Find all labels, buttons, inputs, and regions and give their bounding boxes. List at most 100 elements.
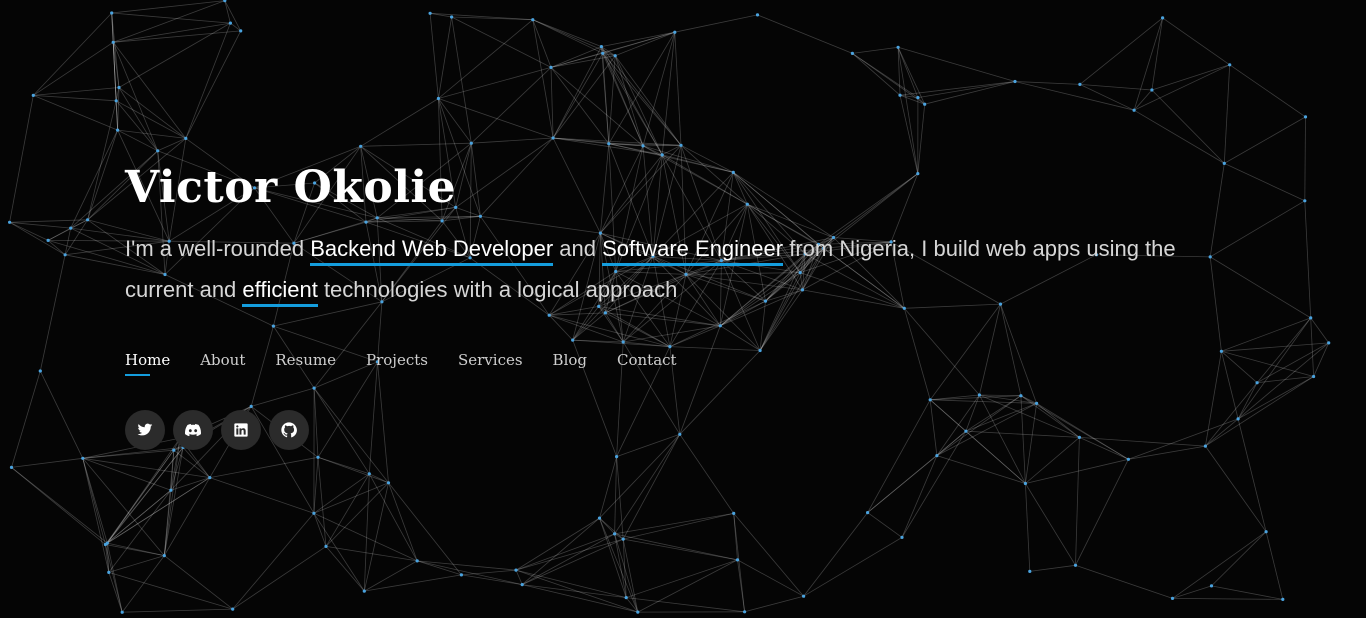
- nav-blog[interactable]: Blog: [553, 350, 587, 374]
- network-line: [532, 19, 554, 139]
- twitter-link[interactable]: [125, 410, 165, 450]
- network-line: [118, 87, 159, 152]
- network-line: [737, 559, 804, 597]
- main-nav: Home About Resume Projects Services Blog…: [125, 350, 1265, 376]
- network-line: [852, 53, 901, 96]
- nav-services[interactable]: Services: [458, 350, 523, 374]
- network-line: [852, 46, 899, 54]
- network-line: [674, 32, 682, 146]
- network-node: [1028, 569, 1032, 574]
- network-line: [1229, 64, 1306, 118]
- network-line: [1313, 342, 1330, 377]
- network-node: [223, 0, 227, 3]
- network-node: [1132, 108, 1136, 112]
- network-line: [550, 67, 610, 144]
- network-line: [1310, 317, 1314, 377]
- network-line: [116, 100, 186, 139]
- network-node: [459, 573, 463, 577]
- network-node: [1023, 481, 1027, 486]
- network-line: [897, 47, 919, 98]
- network-node: [732, 511, 736, 515]
- network-line: [82, 457, 210, 478]
- network-node: [549, 65, 553, 69]
- twitter-icon: [137, 423, 153, 436]
- network-line: [39, 254, 66, 372]
- network-line: [1224, 116, 1306, 164]
- github-link[interactable]: [269, 410, 309, 450]
- network-line: [1151, 64, 1230, 91]
- network-node: [1303, 115, 1308, 119]
- network-line: [1304, 200, 1312, 318]
- network-line: [429, 13, 439, 99]
- network-line: [47, 227, 71, 241]
- nav-resume[interactable]: Resume: [275, 350, 336, 374]
- network-node: [111, 40, 115, 44]
- network-line: [1151, 17, 1163, 91]
- network-line: [451, 16, 552, 68]
- network-node: [436, 96, 440, 101]
- network-node: [613, 532, 617, 536]
- network-line: [515, 569, 638, 613]
- network-line: [108, 572, 233, 610]
- network-line: [224, 0, 231, 24]
- network-line: [317, 457, 327, 547]
- network-line: [622, 434, 681, 540]
- hero-tagline: I'm a well-rounded Backend Web Developer…: [125, 228, 1245, 310]
- network-line: [1172, 531, 1267, 599]
- network-node: [866, 510, 870, 515]
- network-node: [1161, 16, 1165, 20]
- nav-contact[interactable]: Contact: [617, 350, 677, 374]
- discord-link[interactable]: [173, 410, 213, 450]
- network-node: [743, 610, 747, 614]
- network-line: [615, 31, 675, 57]
- network-node: [367, 472, 371, 476]
- network-node: [1281, 597, 1285, 602]
- network-line: [1162, 17, 1230, 66]
- social-links: [125, 410, 1265, 450]
- network-line: [115, 100, 159, 152]
- nav-projects[interactable]: Projects: [366, 350, 428, 374]
- network-line: [1079, 17, 1163, 85]
- network-line: [164, 555, 233, 610]
- network-line: [232, 513, 315, 610]
- network-line: [602, 53, 610, 144]
- network-line: [733, 513, 804, 597]
- network-line: [642, 144, 682, 147]
- network-node: [69, 226, 73, 230]
- network-line: [209, 477, 315, 514]
- network-node: [46, 238, 50, 242]
- github-icon: [281, 422, 297, 438]
- network-line: [33, 95, 118, 131]
- discord-icon: [185, 424, 201, 437]
- network-line: [122, 608, 233, 613]
- network-node: [1264, 530, 1268, 534]
- network-line: [451, 16, 472, 144]
- tagline-highlight-backend: Backend Web Developer: [310, 236, 554, 266]
- network-line: [33, 95, 117, 102]
- linkedin-link[interactable]: [221, 410, 261, 450]
- network-line: [803, 512, 868, 597]
- network-line: [623, 513, 734, 540]
- network-line: [867, 512, 903, 538]
- nav-about[interactable]: About: [200, 350, 245, 374]
- network-node: [208, 476, 212, 480]
- tagline-text-1: I'm a well-rounded: [125, 236, 311, 261]
- network-line: [532, 19, 602, 47]
- hero-section: Victor Okolie I'm a well-rounded Backend…: [0, 0, 1366, 618]
- network-node: [673, 30, 677, 34]
- network-line: [626, 559, 738, 598]
- network-line: [430, 12, 533, 21]
- network-line: [157, 138, 186, 152]
- hero-name: Victor Okolie: [125, 162, 457, 213]
- network-node: [1309, 316, 1313, 320]
- network-node: [156, 149, 160, 153]
- network-line: [471, 137, 554, 144]
- network-line: [1172, 598, 1283, 600]
- network-node: [520, 583, 524, 587]
- nav-home[interactable]: Home: [125, 350, 170, 376]
- network-node: [641, 144, 645, 148]
- network-node: [896, 45, 900, 49]
- network-node: [386, 481, 391, 485]
- network-line: [313, 473, 370, 514]
- network-line: [614, 55, 663, 156]
